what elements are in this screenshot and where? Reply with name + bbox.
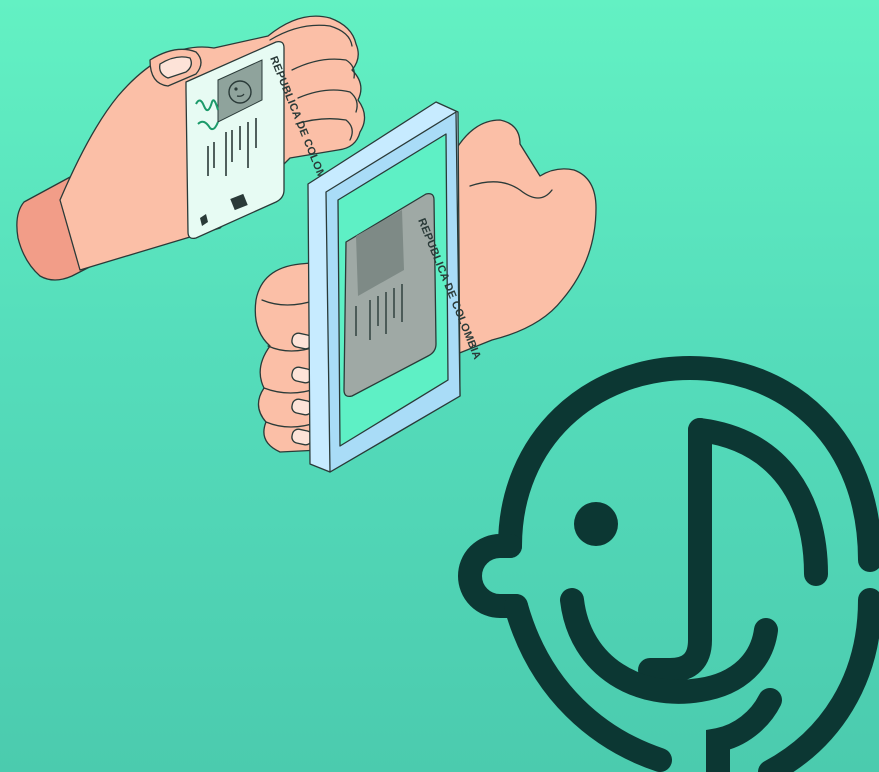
face-recognition-icon [458,355,879,772]
identity-verification-scene: REPUBLICA DE COLOMBIA REPUBLICA DE COLOM… [16,15,879,772]
smartphone-icon: REPUBLICA DE COLOMBIA [307,101,483,473]
face-eye-icon [574,502,618,546]
